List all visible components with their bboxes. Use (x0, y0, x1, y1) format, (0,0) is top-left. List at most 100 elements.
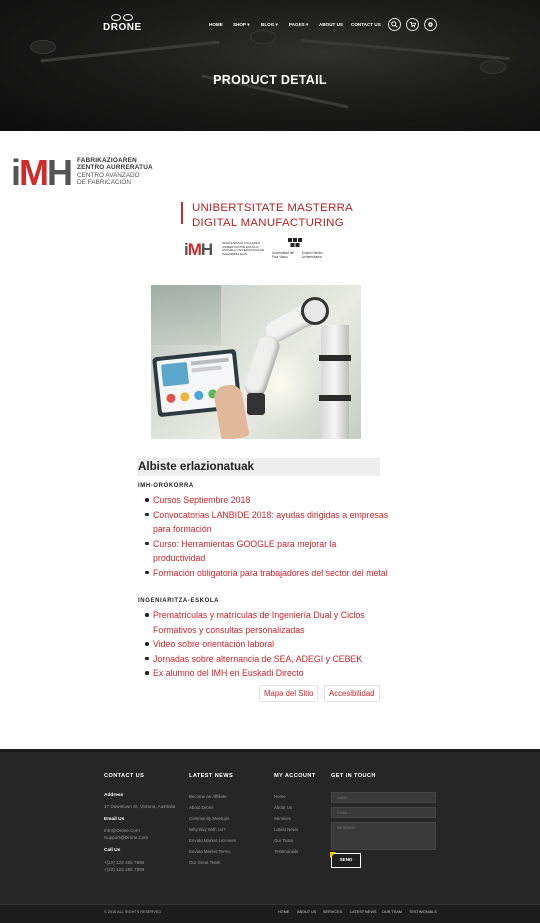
cart-button[interactable] (406, 18, 419, 31)
bottom-link[interactable]: ABOUT US (297, 910, 316, 914)
list-item[interactable]: Ex alumno del IMH en Euskadi Directo (140, 666, 390, 681)
news-list-eskola: Prematrículas y matrículas de Ingeniería… (140, 608, 390, 681)
screen-graphic (160, 361, 190, 387)
footer-contact-title: CONTACT US (104, 773, 145, 779)
robot-gripper (247, 393, 265, 415)
footer-account-link[interactable]: Services (274, 816, 291, 821)
footer-account-link[interactable]: Testimonials (274, 849, 298, 854)
list-item[interactable]: Jornadas sobre alternancia de SEA, ADEGI… (140, 652, 390, 667)
footer-account-link[interactable]: Home (274, 794, 286, 799)
mini-imh-h: H (200, 240, 213, 259)
sitemap-link[interactable]: Mapa del Sitio (259, 685, 319, 702)
category-ingeniaritza-eskola: INGENIARITZA-ESKOLA (138, 598, 220, 604)
robot-joint (301, 297, 329, 325)
category-imh-orokorra: IMH-OROKORRA (138, 483, 194, 489)
mini-imh-logo: iMH (184, 240, 213, 260)
brand-logo[interactable]: DRONE (103, 12, 142, 33)
nav-pages-label: PAGES (289, 22, 305, 27)
email-value[interactable]: Info@Drone.Com (104, 828, 140, 834)
brand-name: DRONE (103, 22, 142, 33)
footer-touch-title: GET IN TOUCH (331, 773, 376, 779)
footer-news-link[interactable]: Envato Market Terms (189, 849, 230, 854)
bottom-link[interactable]: SERVICES (323, 910, 342, 914)
nav-pages[interactable]: PAGES ▾ (289, 22, 308, 28)
master-banner-image[interactable]: UNIBERTSITATE MASTERRA DIGITAL MANUFACTU… (176, 188, 360, 270)
footer-account-link[interactable]: Our Team (274, 838, 293, 843)
related-news-heading: Albiste erlazionatuak (137, 458, 380, 476)
copyright: © 2016 ALL RIGHTS RESERVED (104, 910, 162, 914)
imh-logo-text: FABRIKAZIOAREN ZENTRO AURRERATUA CENTRO … (77, 157, 153, 187)
send-button[interactable]: SEND (330, 852, 361, 868)
ehu-left-text: Universidad del País Vasco (272, 251, 294, 259)
robot-ring (319, 355, 351, 361)
news-list-orokorra: Cursos Septiembre 2018 Convocatorias LAN… (140, 493, 390, 580)
footer-account-link[interactable]: About Us (274, 805, 292, 810)
imh-line2: ZENTRO AURRERATUA (77, 164, 153, 172)
factory-background (151, 285, 221, 345)
news-link[interactable]: Video sobre orientación laboral (153, 639, 274, 649)
search-button[interactable] (388, 18, 401, 31)
email-value[interactable]: Support@Drone.Com (104, 835, 148, 841)
imh-logo[interactable]: iMH FABRIKAZIOAREN ZENTRO AURRERATUA CEN… (11, 153, 171, 195)
ehu-right-text: Euskal Herriko Unibertsitatea (302, 251, 323, 259)
news-link[interactable]: Cursos Septiembre 2018 (153, 495, 250, 505)
nav-blog-label: BLOG (261, 22, 275, 27)
message-input[interactable] (331, 822, 436, 850)
news-link[interactable]: Curso: Herramientas GOOGLE para mejorar … (153, 539, 336, 564)
news-link[interactable]: Ex alumno del IMH en Euskadi Directo (153, 668, 304, 678)
footer-news-link[interactable]: Become an Affiliate (189, 794, 227, 799)
school-text: INGENIARITZA DUALAREN UNIBERTSITATE ESKO… (222, 241, 265, 256)
nav-blog[interactable]: BLOG ▾ (261, 22, 278, 28)
accessibility-link[interactable]: Accesibilidad (324, 685, 380, 702)
phone-value: +(10) 123 456 7899 (104, 867, 145, 872)
footer-news-link[interactable]: Envato Market Licenses (189, 838, 236, 843)
robot-ring (319, 395, 351, 401)
bottom-link[interactable]: TESTIMONIALS (409, 910, 437, 914)
footer-news-link[interactable]: About Drone (189, 805, 214, 810)
nav-shop-label: SHOP (233, 22, 246, 27)
screen-bar (191, 365, 222, 373)
bottom-link[interactable]: HOME (278, 910, 289, 914)
news-link[interactable]: Prematrículas y matrículas de Ingeniería… (153, 610, 365, 635)
nav-about[interactable]: ABOUT US (319, 22, 343, 27)
imh-logo-mark: iMH (11, 152, 73, 193)
robot-arm-image[interactable] (151, 285, 361, 439)
footer-news-link[interactable]: Why Buy With Us? (189, 827, 226, 832)
list-item[interactable]: Video sobre orientación laboral (140, 637, 390, 652)
ehu-emblem-icon (288, 238, 302, 247)
email-input[interactable] (331, 807, 436, 818)
imh-letter-m: M (19, 152, 49, 193)
email-label: Email Us (104, 817, 125, 822)
footer-news-title: LATEST NEWS (189, 773, 234, 779)
nav-shop[interactable]: SHOP ▾ (233, 22, 250, 28)
mini-imh-m: M (187, 240, 202, 259)
hero-overlay (0, 0, 540, 131)
news-link[interactable]: Convocatorias LANBIDE 2018: ayudas dirig… (153, 510, 388, 535)
gear-icon (428, 22, 433, 27)
imh-letter-i: i (11, 152, 21, 193)
list-item[interactable]: Formación obligatoria para trabajadores … (140, 566, 390, 581)
list-item[interactable]: Cursos Septiembre 2018 (140, 493, 390, 508)
address-label: Address (104, 793, 124, 798)
settings-button[interactable] (424, 18, 437, 31)
footer-news-link[interactable]: Community Meetups (189, 816, 229, 821)
footer-news-link[interactable]: Our Great Team (189, 860, 220, 865)
bottom-link[interactable]: LATEST NEWS (350, 910, 376, 914)
footer-account-link[interactable]: Latest News (274, 827, 298, 832)
nav-home[interactable]: HOME (209, 22, 223, 27)
imh-line4: DE FABRICACIÓN (77, 179, 131, 187)
nav-contact[interactable]: CONTACT US (351, 22, 381, 27)
news-link[interactable]: Formación obligatoria para trabajadores … (153, 568, 388, 578)
imh-letter-h: H (47, 152, 73, 193)
list-item[interactable]: Convocatorias LANBIDE 2018: ayudas dirig… (140, 508, 390, 537)
footer-divider (0, 749, 540, 752)
drone-logo-icon (110, 12, 134, 21)
list-item[interactable]: Prematrículas y matrículas de Ingeniería… (140, 608, 390, 637)
footer-account-title: MY ACCOUNT (274, 773, 316, 779)
call-label: Call Us (104, 848, 121, 853)
name-input[interactable] (331, 792, 436, 803)
news-link[interactable]: Jornadas sobre alternancia de SEA, ADEGI… (153, 654, 362, 664)
list-item[interactable]: Curso: Herramientas GOOGLE para mejorar … (140, 537, 390, 566)
banner-title-line2: DIGITAL MANUFACTURING (192, 217, 344, 229)
bottom-link[interactable]: OUR TEAM (382, 910, 402, 914)
